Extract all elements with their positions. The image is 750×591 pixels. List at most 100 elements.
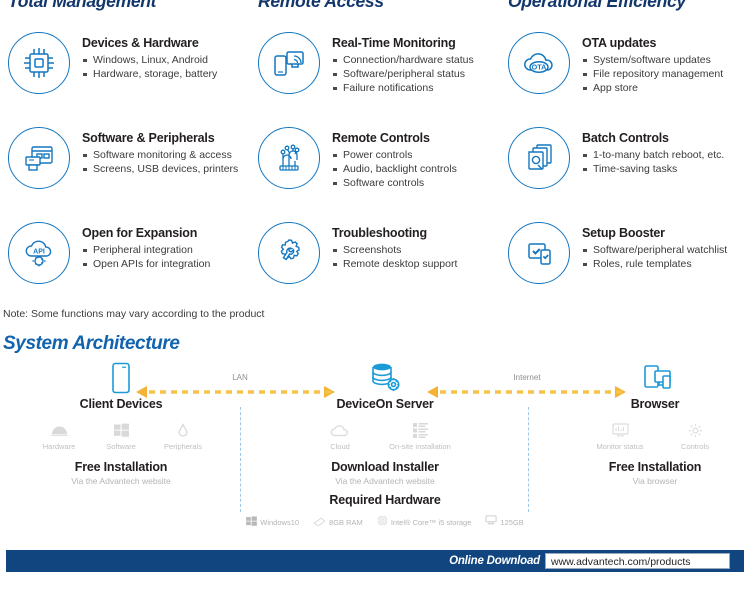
arch-node-name: Browser (630, 397, 680, 411)
feature-bullet: Peripheral integration (82, 243, 210, 257)
footer-online-download-label: Online Download (449, 555, 540, 567)
feature-bullet: App store (582, 81, 723, 95)
mobile-device-icon (16, 362, 226, 394)
troubleshooting-gear-wrench-icon (258, 222, 320, 284)
system-architecture-diagram: LAN Internet Client Devices Hardware Sof… (0, 362, 750, 532)
divider-right (528, 407, 529, 512)
arch-hardware-title: Required Hardware (329, 493, 441, 507)
feature-card-real-time-monitoring: Real-Time Monitoring Connection/hardware… (250, 30, 500, 125)
arch-sub-label: Monitor status (596, 442, 644, 451)
feature-bullet: Roles, rule templates (582, 257, 727, 271)
arch-sub-item: Peripherals (152, 421, 214, 451)
svg-text:OTA: OTA (532, 63, 547, 72)
feature-bullet: Windows, Linux, Android (82, 53, 217, 67)
arch-node-name: Client Devices (79, 397, 163, 411)
feature-bullet: Connection/hardware status (332, 53, 474, 67)
column-headers: Total Management Remote Access Operation… (0, 0, 750, 12)
batch-controls-icon (508, 127, 570, 189)
feature-title: Batch Controls (582, 131, 669, 145)
feature-card-body: Open for Expansion Peripheral integratio… (70, 220, 210, 271)
arch-sub-label: On-site installation (389, 442, 451, 451)
chip-icon (8, 32, 70, 94)
feature-card-setup-booster: Setup Booster Software/peripheral watchl… (500, 220, 750, 315)
arch-sub-icons: Cloud On-site installation (265, 421, 505, 451)
feature-bullets: Software monitoring & access Screens, US… (82, 148, 238, 176)
arch-hardware-label: 125GB (500, 517, 524, 527)
setup-booster-icon (508, 222, 570, 284)
arch-node-deviceon-server: DeviceOn Server Cloud On-site installati… (246, 362, 524, 531)
feature-title: Open for Expansion (82, 226, 198, 240)
arch-sub-label: Hardware (42, 442, 76, 451)
server-database-gear-icon (265, 362, 505, 394)
storage-icon (485, 513, 497, 531)
arch-block-title: Download Installer (331, 460, 439, 474)
features-note: Note: Some functions may vary according … (3, 308, 265, 320)
feature-title: Remote Controls (332, 131, 430, 145)
arch-hardware-label: Intel® Core™ i5 storage (390, 517, 472, 527)
onsite-server-icon (375, 421, 465, 439)
arch-sub-item: Software (90, 421, 152, 451)
feature-bullet: Audio, backlight controls (332, 162, 457, 176)
ram-icon (313, 513, 326, 531)
feature-row: Software & Peripherals Software monitori… (0, 125, 750, 220)
feature-bullet: Remote desktop support (332, 257, 457, 271)
footer-url[interactable]: www.advantech.com/products (545, 553, 730, 569)
feature-bullet: Open APIs for integration (82, 257, 210, 271)
feature-card-devices-hardware: Devices & Hardware Windows, Linux, Andro… (0, 30, 250, 125)
arch-block-subtitle: Via the Advantech website (335, 476, 435, 486)
feature-card-remote-controls: Remote Controls Power controls Audio, ba… (250, 125, 500, 220)
feature-card-open-for-expansion: API Open for Expansion Peripheral integr… (0, 220, 250, 315)
arch-sub-label: Controls (681, 442, 709, 451)
arch-node-client-devices: Client Devices Hardware Software Periphe… (16, 362, 226, 486)
column-header-operational-efficiency: Operational Efficiency (508, 0, 686, 11)
remote-controls-icon (258, 127, 320, 189)
feature-card-body: Real-Time Monitoring Connection/hardware… (320, 30, 474, 95)
arch-block-subtitle: Via the Advantech website (71, 476, 171, 486)
arch-node-name: DeviceOn Server (336, 397, 434, 411)
feature-bullet: 1-to-many batch reboot, etc. (582, 148, 724, 162)
feature-card-body: Remote Controls Power controls Audio, ba… (320, 125, 457, 190)
arch-sub-label: Cloud (330, 442, 350, 451)
arch-sub-label: Software (106, 442, 136, 451)
feature-bullet: Software controls (332, 176, 457, 190)
api-cloud-icon: API (8, 222, 70, 284)
arch-sub-icons: Monitor status Controls (560, 421, 750, 451)
feature-bullet: Screens, USB devices, printers (82, 162, 238, 176)
feature-bullet: Software monitoring & access (82, 148, 238, 162)
feature-card-body: Setup Booster Software/peripheral watchl… (570, 220, 727, 271)
feature-bullets: 1-to-many batch reboot, etc. Time-saving… (582, 148, 724, 176)
feature-bullets: Screenshots Remote desktop support (332, 243, 457, 271)
feature-bullets: Peripheral integration Open APIs for int… (82, 243, 210, 271)
arch-node-browser: Browser Monitor status Controls Free Ins… (560, 362, 750, 486)
feature-bullet: Screenshots (332, 243, 457, 257)
feature-rows: Devices & Hardware Windows, Linux, Andro… (0, 30, 750, 315)
arch-hardware-item: 8GB RAM (313, 513, 363, 531)
windows-icon (90, 421, 152, 439)
monitor-status-icon (580, 421, 660, 439)
arch-block-subtitle: Via browser (632, 476, 678, 486)
divider-left (240, 407, 241, 512)
feature-bullet: Software/peripheral watchlist (582, 243, 727, 257)
arch-hardware-label: 8GB RAM (329, 517, 363, 527)
feature-card-body: Batch Controls 1-to-many batch reboot, e… (570, 125, 724, 176)
feature-bullet: Software/peripheral status (332, 67, 474, 81)
feature-card-body: Troubleshooting Screenshots Remote deskt… (320, 220, 457, 271)
cloud-icon (305, 421, 375, 439)
column-header-total-management: Total Management (8, 0, 157, 11)
feature-bullets: Connection/hardware status Software/peri… (332, 53, 474, 95)
feature-bullets: Power controls Audio, backlight controls… (332, 148, 457, 190)
arch-hardware-item: 125GB (485, 513, 524, 531)
feature-row: Devices & Hardware Windows, Linux, Andro… (0, 30, 750, 125)
features-section: Total Management Remote Access Operation… (0, 0, 750, 330)
windows-icon (246, 513, 258, 531)
cpu-icon (377, 513, 388, 531)
ota-cloud-icon: OTA (508, 32, 570, 94)
feature-bullets: System/software updates File repository … (582, 53, 723, 95)
feature-card-batch-controls: Batch Controls 1-to-many batch reboot, e… (500, 125, 750, 220)
feature-card-body: Software & Peripherals Software monitori… (70, 125, 238, 176)
arch-sub-item: Controls (660, 421, 730, 451)
browser-devices-icon (560, 362, 750, 394)
android-icon (28, 421, 90, 439)
feature-bullet: Hardware, storage, battery (82, 67, 217, 81)
feature-title: Troubleshooting (332, 226, 427, 240)
